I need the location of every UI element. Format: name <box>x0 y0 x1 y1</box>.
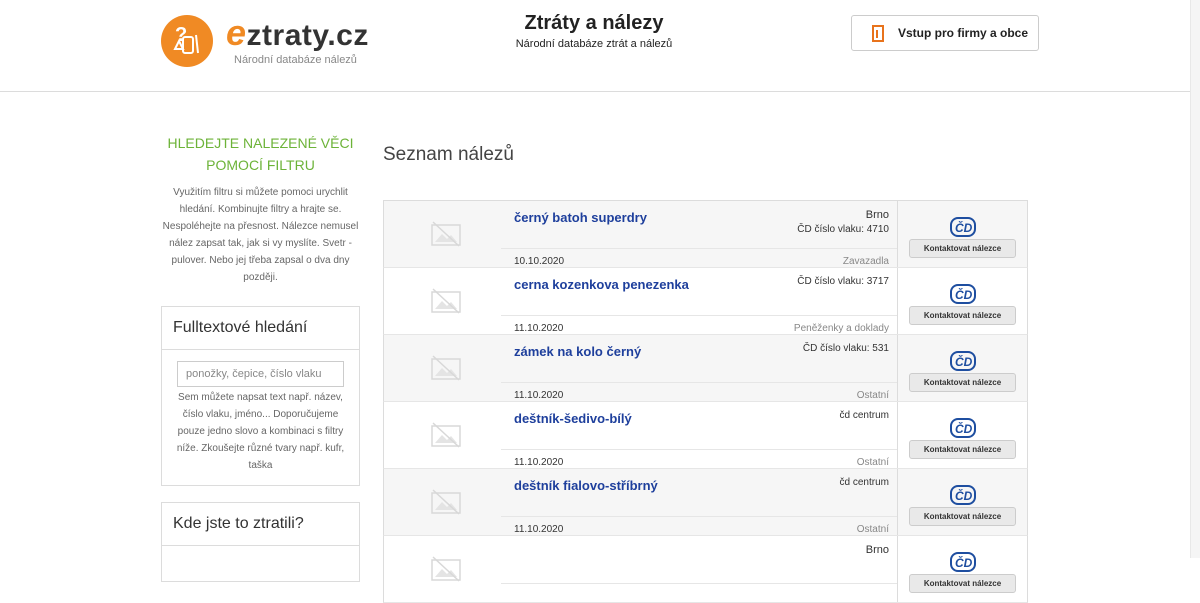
row-divider <box>501 583 897 584</box>
image-placeholder-icon <box>431 288 461 314</box>
page-title: Seznam nálezů <box>383 144 514 165</box>
contact-finder-button[interactable]: Kontaktovat nálezce <box>909 507 1016 526</box>
item-date: 11.10.2020 <box>514 524 564 535</box>
firm-login-label: Vstup pro firmy a obce <box>898 26 1029 40</box>
image-placeholder-icon <box>431 355 461 381</box>
site-header: ? eztraty.cz Národní databáze nálezů Ztr… <box>0 0 1200 92</box>
contact-cell: ČD Kontaktovat nálezce <box>897 335 1027 401</box>
item-category: Ostatní <box>856 524 889 535</box>
location-filter-title[interactable]: Kde jste to ztratili? <box>162 503 359 546</box>
image-placeholder-icon <box>431 422 461 448</box>
item-train-info: čd centrum <box>839 410 889 421</box>
item-train-info: čd centrum <box>839 477 889 488</box>
cd-logo-icon: ČD <box>950 485 976 505</box>
item-title-link[interactable]: deštník-šedivo-bílý <box>514 411 632 426</box>
contact-cell: ČD Kontaktovat nálezce <box>897 268 1027 334</box>
fulltext-title: Fulltextové hledání <box>162 307 359 350</box>
list-item: deštník fialovo-stříbrný čd centrum 11.1… <box>383 469 1028 536</box>
item-date: 11.10.2020 <box>514 457 564 468</box>
item-title-link[interactable]: černý batoh superdry <box>514 210 647 225</box>
list-item: Brno ČD Kontaktovat nálezce <box>383 536 1028 603</box>
contact-finder-button[interactable]: Kontaktovat nálezce <box>909 306 1016 325</box>
svg-text:ČD: ČD <box>955 287 973 302</box>
row-divider <box>501 315 897 316</box>
logo-icon[interactable]: ? <box>161 15 213 67</box>
site-subtitle: Národní databáze ztrát a nálezů <box>515 38 673 50</box>
contact-finder-button[interactable]: Kontaktovat nálezce <box>909 574 1016 593</box>
item-category: Peněženky a doklady <box>793 323 889 334</box>
cd-logo-icon: ČD <box>950 217 976 237</box>
item-train-info: ČD číslo vlaku: 4710 <box>797 224 889 235</box>
logo-wordmark[interactable]: eztraty.cz <box>226 12 369 54</box>
svg-text:ČD: ČD <box>955 220 973 235</box>
svg-text:ČD: ČD <box>955 555 973 570</box>
item-title-link[interactable]: deštník fialovo-stříbrný <box>514 478 658 493</box>
image-placeholder-icon <box>431 489 461 515</box>
svg-text:ČD: ČD <box>955 354 973 369</box>
row-divider <box>501 248 897 249</box>
item-title-link[interactable]: zámek na kolo černý <box>514 344 641 359</box>
item-category: Ostatní <box>856 457 889 468</box>
cd-logo-icon: ČD <box>950 284 976 304</box>
item-date: 11.10.2020 <box>514 390 564 401</box>
search-input[interactable] <box>177 361 344 387</box>
filter-intro: Využitím filtru si můžete pomoci urychli… <box>162 187 359 283</box>
contact-cell: ČD Kontaktovat nálezce <box>897 469 1027 535</box>
list-item: deštník-šedivo-bílý čd centrum 11.10.202… <box>383 402 1028 469</box>
site-title: Ztráty a nálezy <box>524 12 664 34</box>
row-divider <box>501 449 897 450</box>
cd-logo-icon: ČD <box>950 552 976 572</box>
svg-text:ČD: ČD <box>955 421 973 436</box>
found-items-list: černý batoh superdry Brno ČD číslo vlaku… <box>383 200 1028 603</box>
contact-finder-button[interactable]: Kontaktovat nálezce <box>909 373 1016 392</box>
row-divider <box>501 382 897 383</box>
list-item: černý batoh superdry Brno ČD číslo vlaku… <box>383 201 1028 268</box>
search-help-text: Sem můžete napsat text např. název, čísl… <box>176 392 345 471</box>
item-city: Brno <box>865 209 889 221</box>
contact-finder-button[interactable]: Kontaktovat nálezce <box>909 239 1016 258</box>
svg-text:ČD: ČD <box>955 488 973 503</box>
item-date: 11.10.2020 <box>514 323 564 334</box>
svg-text:?: ? <box>175 24 187 46</box>
building-icon <box>872 24 884 42</box>
scrollbar[interactable] <box>1190 0 1200 558</box>
list-item: cerna kozenkova penezenka ČD číslo vlaku… <box>383 268 1028 335</box>
item-city: Brno <box>865 544 889 556</box>
cd-logo-icon: ČD <box>950 418 976 438</box>
image-placeholder-icon <box>431 556 461 582</box>
row-divider <box>501 516 897 517</box>
fulltext-search-box: Fulltextové hledání Sem můžete napsat te… <box>161 306 360 486</box>
location-filter-box: Kde jste to ztratili? <box>161 502 360 582</box>
item-train-info: ČD číslo vlaku: 531 <box>802 343 889 354</box>
contact-cell: ČD Kontaktovat nálezce <box>897 536 1027 602</box>
item-category: Ostatní <box>856 390 889 401</box>
contact-cell: ČD Kontaktovat nálezce <box>897 402 1027 468</box>
item-train-info: ČD číslo vlaku: 3717 <box>797 276 889 287</box>
contact-finder-button[interactable]: Kontaktovat nálezce <box>909 440 1016 459</box>
contact-cell: ČD Kontaktovat nálezce <box>897 201 1027 267</box>
item-title-link[interactable]: cerna kozenkova penezenka <box>514 277 689 292</box>
item-category: Zavazadla <box>842 256 889 267</box>
logo-tagline: Národní databáze nálezů <box>234 54 357 66</box>
firm-login-button[interactable]: Vstup pro firmy a obce <box>851 15 1039 51</box>
list-item: zámek na kolo černý ČD číslo vlaku: 531 … <box>383 335 1028 402</box>
item-date: 10.10.2020 <box>514 256 565 267</box>
filter-heading: HLEDEJTE NALEZENÉ VĚCI POMOCÍ FILTRU <box>167 135 354 173</box>
cd-logo-icon: ČD <box>950 351 976 371</box>
image-placeholder-icon <box>431 221 461 247</box>
